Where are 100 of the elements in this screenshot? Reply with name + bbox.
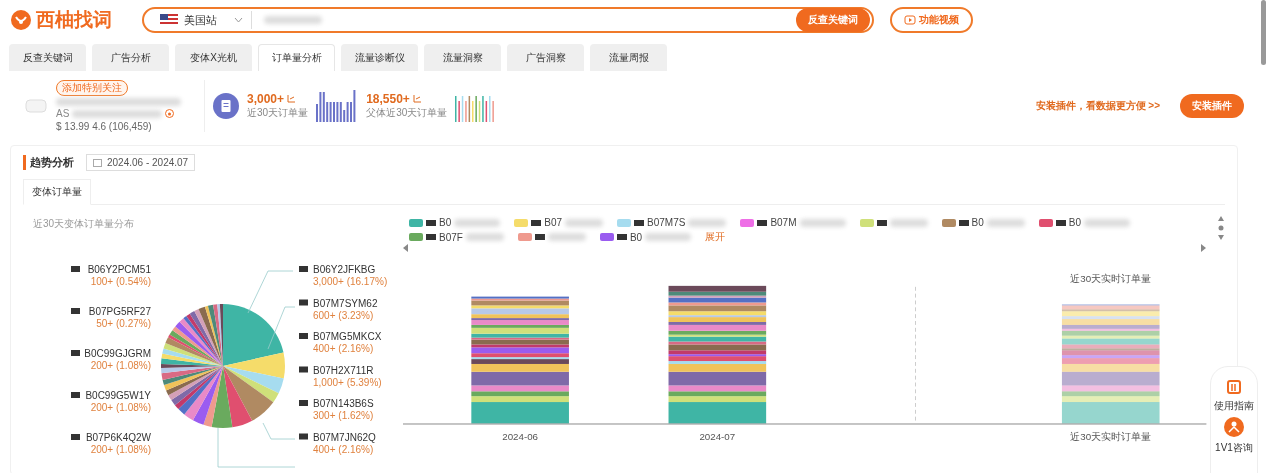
- axis-label: 2024-06: [502, 431, 539, 443]
- date-range-field[interactable]: 2024.06 - 2024.07: [86, 154, 196, 171]
- pie-slice[interactable]: [213, 304, 223, 366]
- legend-scroll-icon[interactable]: [1217, 215, 1225, 241]
- pie-slice[interactable]: [211, 366, 233, 428]
- legend-swatch[interactable]: [617, 218, 632, 227]
- tab[interactable]: 订单量分析: [258, 44, 335, 71]
- scroll-right-icon[interactable]: [1201, 244, 1207, 252]
- pie-slice[interactable]: [223, 366, 279, 403]
- pie-label-asin: B07M7SYM62: [313, 297, 378, 309]
- tab[interactable]: 广告分析: [92, 44, 169, 71]
- legend-label[interactable]: B07F: [439, 231, 463, 243]
- tab[interactable]: 流量周报: [590, 44, 667, 71]
- blurred-text: [565, 218, 604, 227]
- scroll-left-icon[interactable]: [403, 244, 409, 252]
- legend-swatch[interactable]: [859, 218, 874, 227]
- product-thumbnail-icon: [634, 219, 645, 226]
- axis-label: 2024-07: [699, 431, 736, 443]
- clipboard-icon: [213, 93, 239, 119]
- pie-slice[interactable]: [223, 304, 284, 366]
- blurred-text: [465, 233, 504, 241]
- product-thumbnail-icon: [757, 219, 768, 226]
- product-thumbnail-icon: [71, 434, 80, 440]
- person-icon[interactable]: [1224, 417, 1244, 437]
- stat-label: 近30天订单量: [247, 106, 309, 120]
- pie-label-asin: B07PG5RF27: [88, 306, 151, 317]
- pie-slice[interactable]: [223, 366, 284, 394]
- pie-slice[interactable]: [223, 366, 274, 421]
- sub-tab[interactable]: 变体订单量: [23, 179, 91, 205]
- legend-label[interactable]: B07M7S: [647, 217, 686, 228]
- blurred-text: [688, 218, 727, 227]
- section-title: 趋势分析: [23, 155, 74, 170]
- blurred-text: [1084, 218, 1130, 227]
- flag-icon: [160, 14, 178, 26]
- pie-label-asin: B0C99G5W1Y: [85, 390, 151, 401]
- legend-label[interactable]: B0: [439, 217, 452, 228]
- price-rating-text: $ 13.99 4.6 (106,459): [56, 121, 153, 132]
- tab[interactable]: 变体X光机: [175, 44, 252, 71]
- blurred-text: [264, 16, 322, 24]
- pie-slice[interactable]: [184, 366, 223, 421]
- legend-swatch[interactable]: [740, 218, 755, 227]
- site-selector[interactable]: 美国站: [184, 12, 234, 28]
- legend-swatch[interactable]: [514, 218, 529, 227]
- logo-icon: [10, 9, 32, 31]
- pie-slice[interactable]: [223, 366, 253, 428]
- blurred-text: [986, 218, 1025, 227]
- product-thumbnail-icon: [71, 350, 80, 356]
- legend-label[interactable]: B07M: [770, 217, 797, 228]
- product-thumbnail-icon: [71, 392, 80, 398]
- product-thumbnail-icon: [1055, 219, 1066, 226]
- pie-label-asin: B0C99GJGRM: [84, 348, 151, 359]
- legend-swatch[interactable]: [409, 233, 423, 241]
- legend-label[interactable]: B0: [629, 231, 643, 243]
- pie-slice[interactable]: [161, 366, 223, 380]
- product-thumbnail-icon: [958, 219, 969, 226]
- book-icon[interactable]: [1226, 379, 1242, 395]
- pie-slice[interactable]: [203, 366, 223, 427]
- legend-swatch[interactable]: [1038, 218, 1053, 227]
- pie-label-value: 200+ (1.08%): [90, 444, 151, 455]
- chevron-down-icon[interactable]: [234, 17, 243, 23]
- product-thumbnail-icon: [24, 96, 48, 116]
- pie-label-asin: B06Y2JFKBG: [313, 264, 376, 275]
- search-bar[interactable]: 美国站 反查关键词: [142, 7, 874, 33]
- pie-slice[interactable]: [164, 366, 223, 391]
- product-thumbnail-icon: [299, 299, 308, 306]
- pie-slice[interactable]: [192, 366, 223, 425]
- product-thumbnail-icon: [534, 234, 545, 240]
- pie-label-asin: B07M7JN62Q: [313, 431, 376, 443]
- asin-text: AS: [56, 108, 70, 119]
- product-thumbnail-icon: [531, 219, 542, 226]
- pie-label-value: 400+ (2.16%): [313, 443, 374, 455]
- legend-swatch[interactable]: [517, 233, 532, 241]
- pie-slice[interactable]: [161, 353, 223, 366]
- help-label[interactable]: 使用指南: [1214, 399, 1254, 413]
- legend-label[interactable]: B0: [1068, 217, 1081, 228]
- help-label[interactable]: 1V1咨询: [1215, 441, 1253, 455]
- legend-swatch[interactable]: [599, 233, 614, 241]
- pie-slice[interactable]: [223, 352, 285, 379]
- pie-slice[interactable]: [163, 343, 223, 366]
- product-thumbnail-icon: [299, 433, 308, 440]
- pie-label-value: 600+ (3.23%): [313, 309, 374, 321]
- blurred-text: [547, 233, 586, 241]
- tab[interactable]: 流量诊断仪: [341, 44, 418, 71]
- legend-label[interactable]: B0: [971, 217, 984, 228]
- legend-label[interactable]: B07: [544, 217, 563, 228]
- stat-value: 18,550+: [366, 92, 410, 106]
- blurred-text: [645, 233, 692, 241]
- legend-swatch[interactable]: [409, 218, 423, 227]
- tab[interactable]: 广告洞察: [507, 44, 584, 71]
- expand-link[interactable]: 展开: [705, 230, 726, 244]
- product-thumbnail-icon: [616, 234, 627, 240]
- legend-swatch[interactable]: [941, 218, 956, 227]
- logo-text: 西柚找词: [36, 8, 112, 32]
- tab[interactable]: 反查关键词: [9, 44, 86, 71]
- pie-label-value: 3,000+ (16.17%): [313, 276, 388, 287]
- chart-title: 近30天实时订单量: [1070, 272, 1152, 284]
- product-thumbnail-icon: [876, 219, 887, 226]
- video-icon: [904, 15, 916, 25]
- product-thumbnail-icon: [299, 333, 308, 339]
- tab[interactable]: 流量洞察: [424, 44, 501, 71]
